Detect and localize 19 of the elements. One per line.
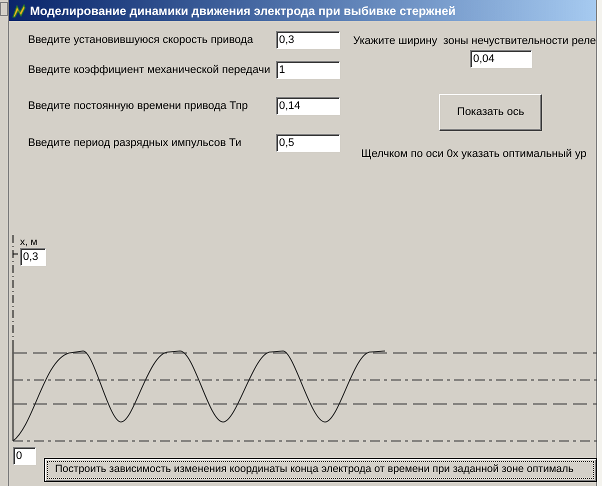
show-axis-button[interactable]: Показать ось: [439, 94, 542, 130]
input-field[interactable]: 0,3: [276, 31, 340, 49]
input-field[interactable]: 0,14: [276, 97, 340, 115]
y-max-field[interactable]: 0,3: [20, 248, 46, 266]
input-field[interactable]: 0,04: [470, 50, 532, 68]
field-label: Введите коэффициент механической передачи: [28, 63, 272, 78]
field-label: Укажите ширину зоны нечуствительности реле: [353, 34, 596, 49]
field-label: Введите постоянную времени привода Тпр: [28, 99, 249, 114]
build-plot-button[interactable]: Построить зависимость изменения координаты конца электрода от времени при заданной зоне оптималь: [44, 458, 597, 482]
axis-label: x, м: [20, 236, 38, 250]
window-title: Моделирование динамики движения электрода при выбивке стержней: [30, 2, 456, 20]
app-icon: [12, 4, 26, 18]
hint-text: Щелчком по оси 0x указать оптимальный ур: [361, 146, 588, 162]
input-field[interactable]: 1: [276, 61, 340, 79]
edge-button[interactable]: [0, 2, 8, 16]
input-field[interactable]: 0,5: [276, 134, 340, 152]
y-min-field[interactable]: 0: [13, 447, 36, 465]
field-label: Введите период разрядных импульсов Ти: [28, 136, 242, 151]
field-label: Введите установившуюся скорость привода: [28, 33, 254, 48]
